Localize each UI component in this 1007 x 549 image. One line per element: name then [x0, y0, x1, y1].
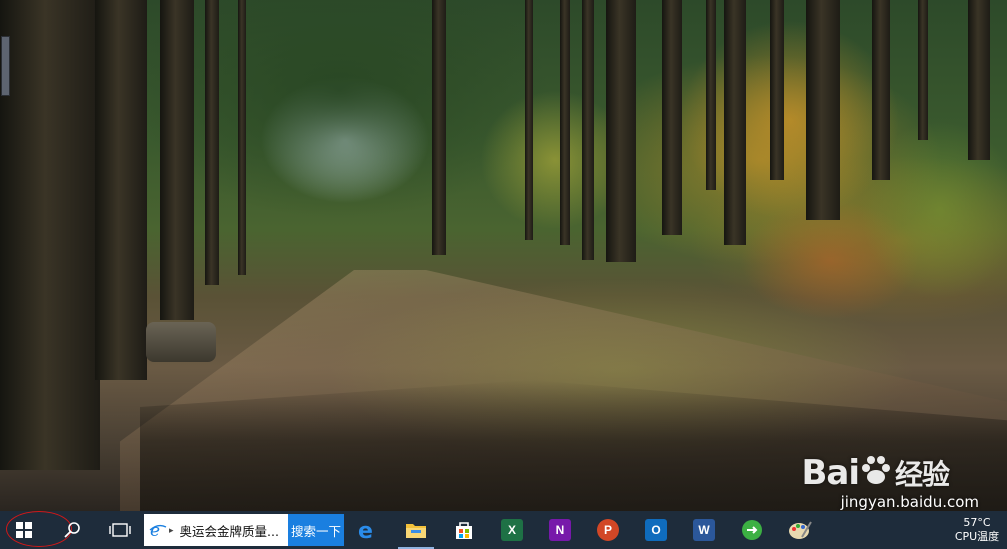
cpu-temperature-widget[interactable]: 57°C CPU温度 — [947, 511, 1007, 549]
taskbar-app-powerpoint[interactable]: P — [584, 511, 632, 549]
cpu-temperature-value: 57°C — [963, 516, 991, 529]
tree-trunk — [205, 0, 219, 285]
tree-trunk — [238, 0, 246, 275]
tree-trunk — [525, 0, 533, 240]
taskbar-app-paint[interactable] — [776, 511, 824, 549]
taskbar-app-edge[interactable]: e — [344, 511, 392, 549]
ie-icon: e — [149, 521, 167, 539]
outlook-icon: O — [645, 519, 667, 541]
onenote-icon: N — [549, 519, 571, 541]
tree-trunk — [0, 0, 100, 470]
task-view-icon — [109, 523, 131, 537]
svg-text:e: e — [150, 521, 160, 539]
tree-trunk — [918, 0, 928, 140]
taskbar-app-excel[interactable]: X — [488, 511, 536, 549]
tree-trunk — [662, 0, 682, 235]
tree-trunk — [560, 0, 570, 245]
tree-trunk — [872, 0, 890, 180]
search-field[interactable]: e ▸ 奥运会金牌质量... — [144, 514, 288, 546]
tree-trunk — [582, 0, 594, 260]
watermark-brand-right: 经验 — [894, 458, 950, 491]
search-submit-button[interactable]: 搜索一下 — [288, 514, 344, 546]
store-icon — [456, 522, 472, 539]
taskbar-app-onenote[interactable]: N — [536, 511, 584, 549]
edge-handle[interactable] — [1, 36, 10, 96]
desktop-wallpaper: Bai 经验 jingyan.baidu.com — [0, 0, 1007, 511]
taskbar-app-microsoft-store[interactable] — [440, 511, 488, 549]
tree-trunk — [606, 0, 636, 262]
tree-trunk — [806, 0, 840, 220]
taskbar-search-box[interactable]: e ▸ 奥运会金牌质量... 搜索一下 — [144, 514, 344, 546]
powerpoint-icon: P — [597, 519, 619, 541]
tree-trunk — [432, 0, 446, 255]
chevron-right-icon: ▸ — [169, 524, 174, 535]
tree-trunk — [706, 0, 716, 190]
tree-trunk — [95, 0, 147, 380]
fallen-log — [146, 322, 216, 362]
paint-icon — [789, 521, 812, 539]
taskbar-app-file-explorer[interactable] — [392, 511, 440, 549]
excel-icon: X — [501, 519, 523, 541]
green-circle-icon — [742, 520, 762, 540]
taskbar-app-outlook[interactable]: O — [632, 511, 680, 549]
taskbar-app-green[interactable] — [728, 511, 776, 549]
watermark-brand-left: Bai — [801, 453, 860, 493]
search-button[interactable] — [48, 511, 96, 549]
search-query-text: 奥运会金牌质量... — [179, 523, 279, 539]
windows-icon — [16, 522, 32, 538]
task-view-button[interactable] — [96, 511, 144, 549]
tree-trunk — [724, 0, 746, 245]
paw-icon — [861, 456, 890, 484]
search-icon — [64, 522, 80, 538]
taskbar: e ▸ 奥运会金牌质量... 搜索一下 e X N P O W 57°C CPU… — [0, 511, 1007, 549]
edge-icon: e — [358, 519, 373, 541]
taskbar-app-word[interactable]: W — [680, 511, 728, 549]
word-icon: W — [693, 519, 715, 541]
folder-icon — [406, 524, 426, 538]
baidu-watermark: Bai 经验 — [801, 453, 950, 493]
cpu-temperature-label: CPU温度 — [954, 530, 1000, 543]
tree-trunk — [160, 0, 194, 320]
tree-trunk — [770, 0, 784, 180]
tree-trunk — [968, 0, 990, 160]
watermark-site: jingyan.baidu.com — [840, 493, 979, 511]
svg-text:e: e — [358, 519, 373, 541]
start-button[interactable] — [0, 511, 48, 549]
